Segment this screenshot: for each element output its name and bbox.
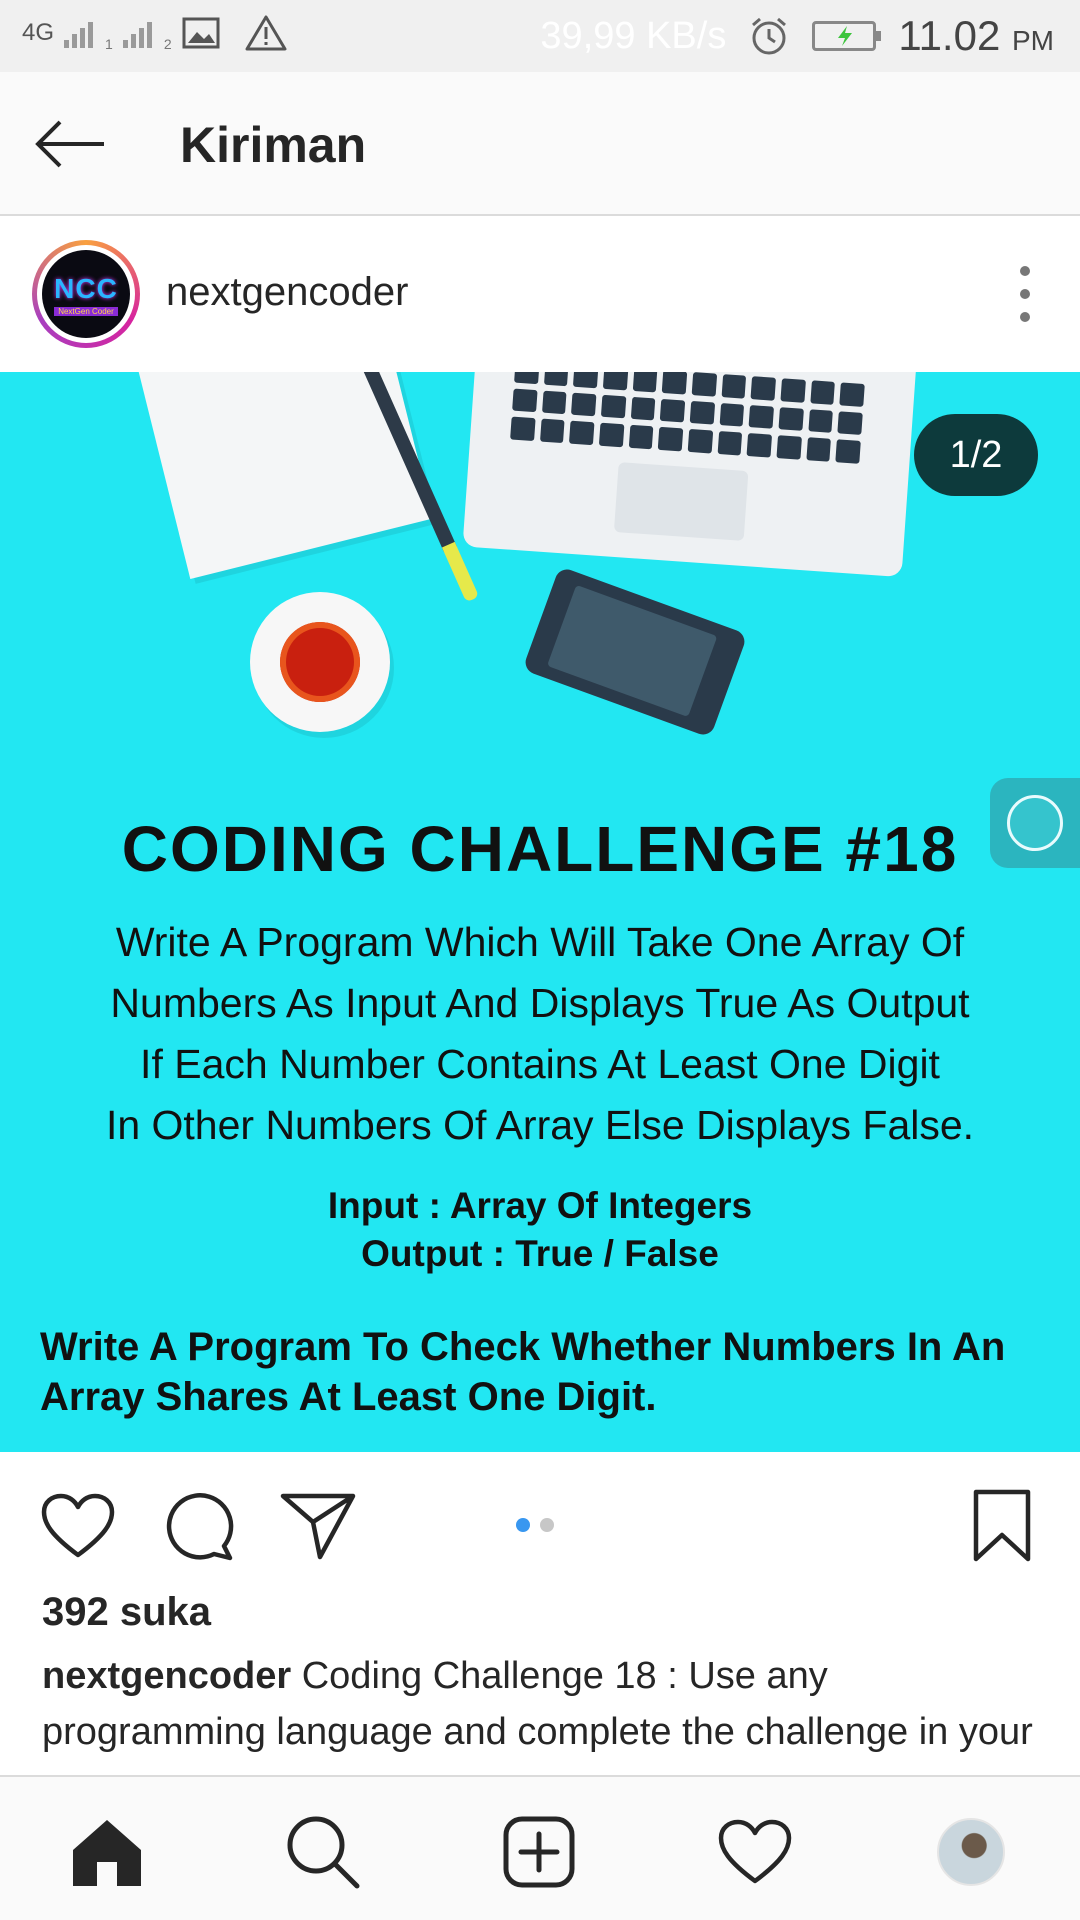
image-counter: 1/2 [914,414,1038,496]
network-speed: 39,99 KB/s [540,14,727,57]
page-title: Kiriman [180,117,367,173]
save-button[interactable] [962,1486,1042,1566]
status-bar: 4G 1 2 39,99 KB/s 11.02 PM [0,0,1080,72]
heart-icon [718,1819,792,1884]
laptop-illustration [462,372,918,578]
signal-icon [122,18,152,48]
nav-profile[interactable] [926,1807,1016,1897]
nav-search[interactable] [278,1807,368,1897]
nav-home[interactable] [62,1807,152,1897]
phone-illustration [522,566,748,738]
challenge-io: Input : Array Of Integers Output : True … [0,1182,1080,1278]
comment-icon [166,1493,234,1561]
bookmark-icon [973,1489,1031,1562]
carousel-dot-active [516,1518,530,1532]
post-image[interactable]: 1/2 CODING CHALLENGE #18 Write A Program… [0,372,1080,1452]
caption-username[interactable]: nextgencoder [42,1655,291,1697]
more-vertical-icon [1020,266,1030,276]
send-icon [280,1493,356,1560]
arrow-left-icon [35,120,104,168]
like-button[interactable] [38,1486,118,1566]
heart-icon [41,1493,115,1558]
clock: 11.02 PM [898,12,1054,59]
image-icon [182,17,220,49]
post-header: NCC NextGen Coder nextgencoder [0,216,1080,372]
post-actions [0,1452,1080,1592]
challenge-title: CODING CHALLENGE #18 [121,813,959,885]
challenge-summary: Write A Program To Check Whether Numbers… [40,1325,1006,1419]
carousel-dot [540,1518,554,1532]
comment-button[interactable] [158,1486,238,1566]
back-button[interactable] [30,110,110,178]
warning-icon [245,15,287,51]
avatar[interactable]: NCC NextGen Coder [32,240,140,348]
bottom-navigation [0,1775,1080,1920]
app-bar: Kiriman [0,72,1080,216]
profile-avatar [937,1818,1005,1886]
nav-activity[interactable] [710,1807,800,1897]
battery-icon [812,21,882,51]
more-options-button[interactable] [1010,266,1040,322]
add-post-icon [503,1816,575,1888]
alarm-icon [752,17,787,55]
output-line: Output : True / False [361,1233,719,1274]
sim2-label: 2 [163,36,172,52]
share-button[interactable] [278,1486,358,1566]
network-type: 4G [22,19,55,46]
tea-cup-illustration [250,592,390,732]
nav-add-post[interactable] [494,1807,584,1897]
like-count[interactable]: 392 suka [42,1590,211,1635]
sim1-label: 1 [105,36,113,52]
challenge-description: Write A Program Which Will Take One Arra… [105,919,975,1148]
home-icon [73,1820,141,1886]
avatar-logo-subtitle: NextGen Coder [54,306,118,316]
carousel-indicator [516,1518,554,1532]
search-icon [287,1816,360,1889]
input-line: Input : Array Of Integers [327,1185,753,1226]
post-username[interactable]: nextgencoder [166,270,408,315]
avatar-logo: NCC [54,272,118,304]
signal-icon [64,18,94,48]
post-caption: nextgencoder Coding Challenge 18 : Use a… [42,1648,1042,1760]
